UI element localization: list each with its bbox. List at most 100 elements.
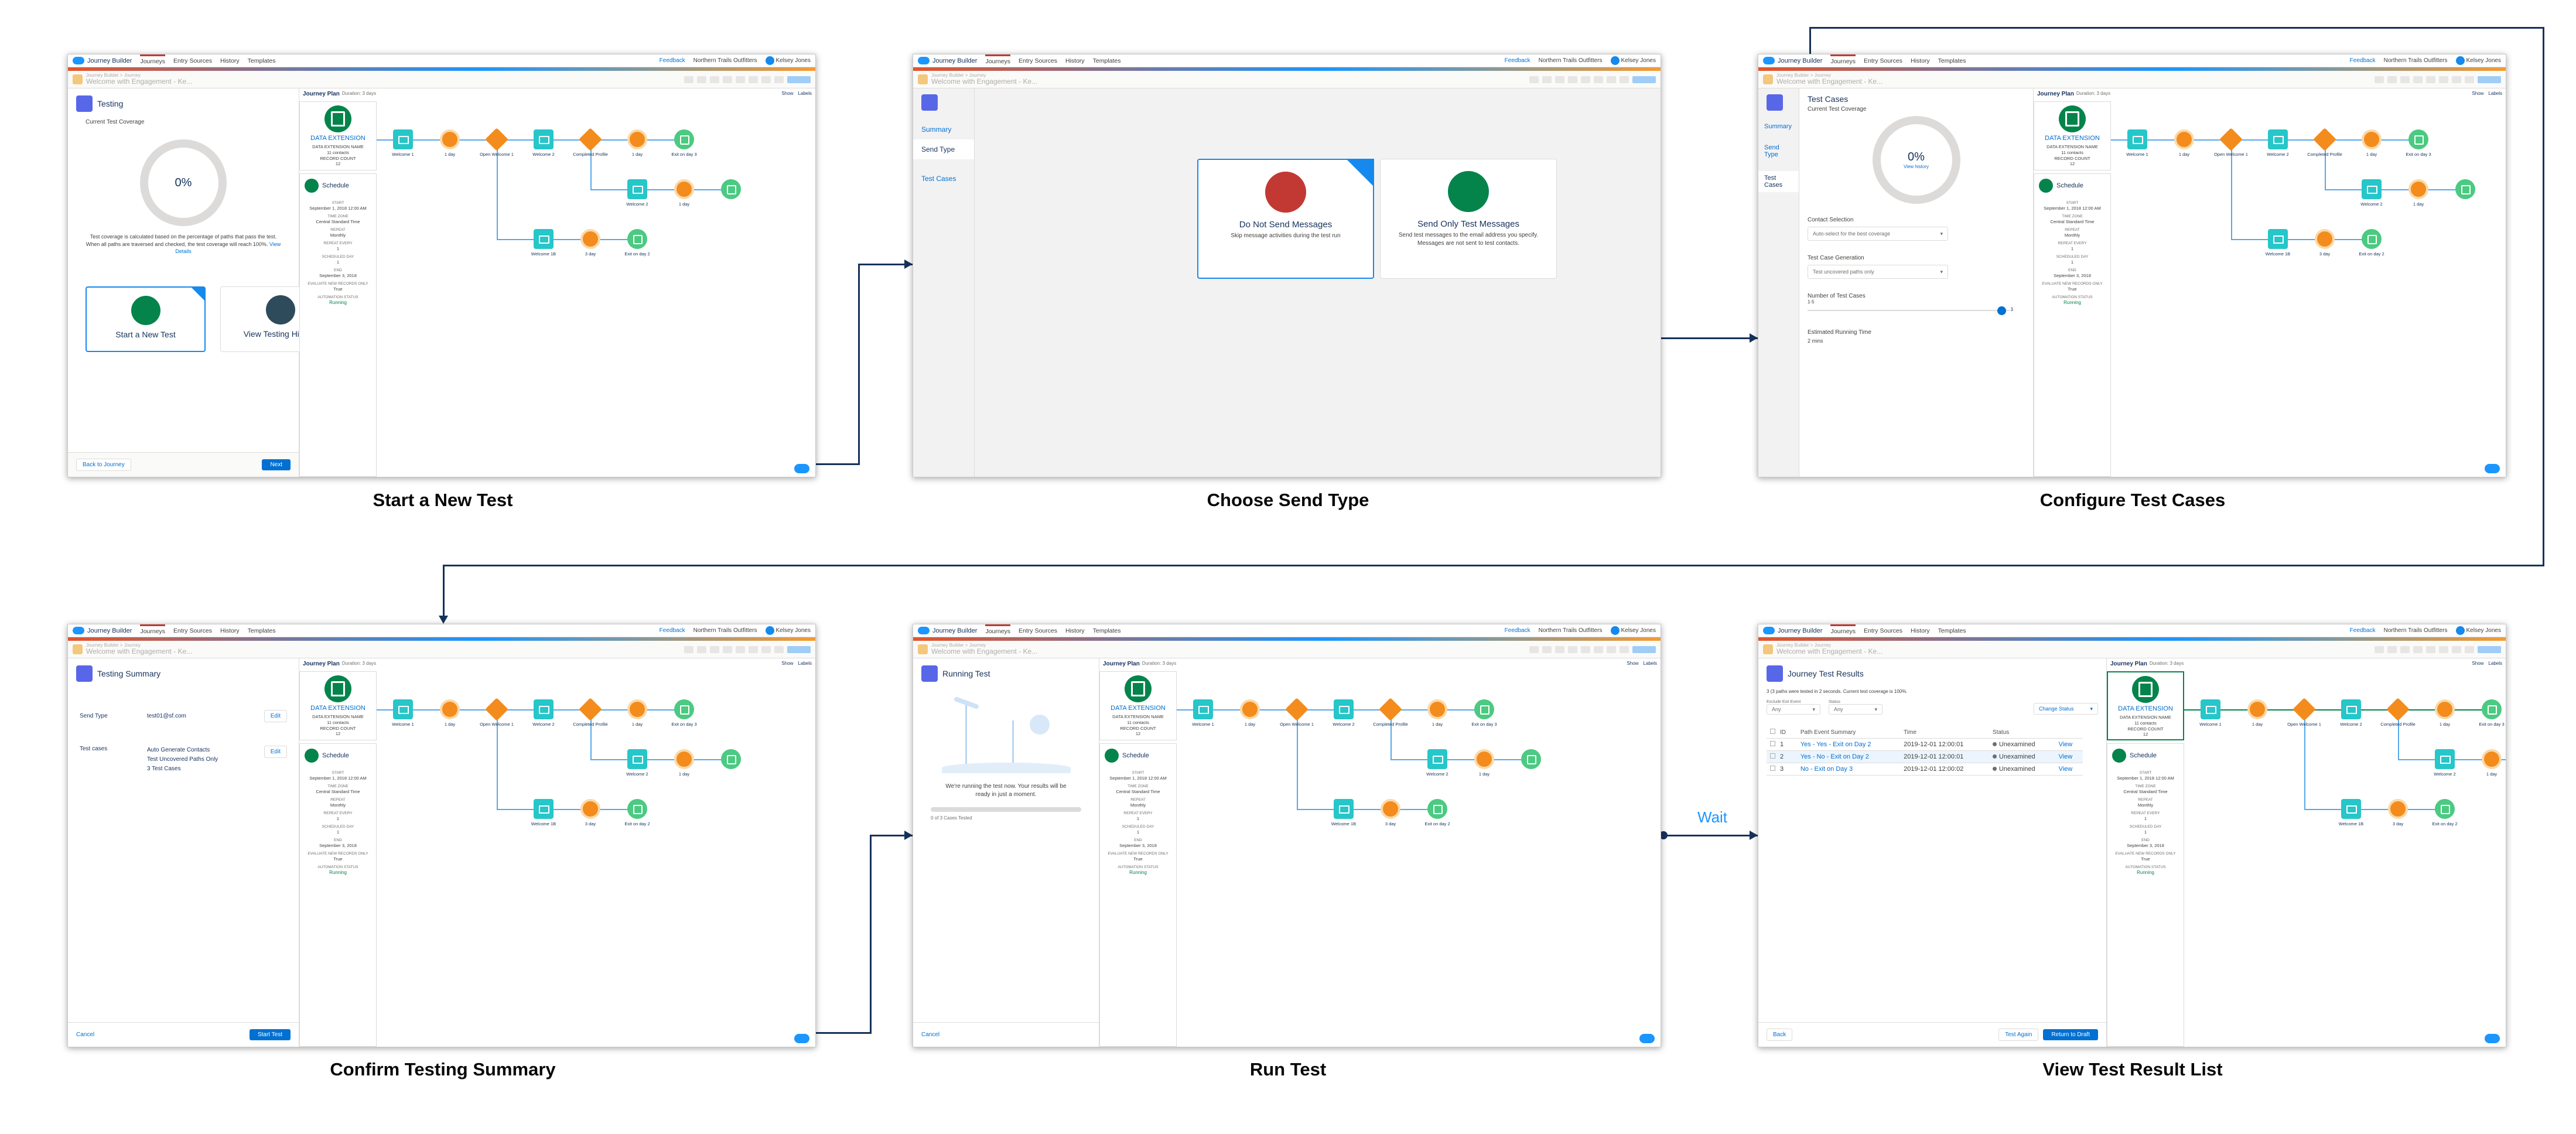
toolbar-button[interactable]: [749, 645, 758, 653]
toolbar-button[interactable]: [1620, 76, 1629, 83]
start-new-test-card[interactable]: Start a New Test: [86, 286, 206, 352]
row-checkbox[interactable]: [1770, 766, 1775, 771]
start-test-button[interactable]: Start Test: [249, 1029, 291, 1040]
tab-test-cases[interactable]: Test Cases: [1758, 171, 1799, 192]
tab-history[interactable]: History: [1065, 624, 1085, 637]
exit-filter-select[interactable]: Any ▾: [1767, 704, 1820, 715]
show-toggle[interactable]: Show: [1627, 661, 1638, 666]
email-activity-icon[interactable]: [2127, 129, 2147, 149]
toolbar-button[interactable]: [1529, 76, 1539, 83]
toolbar-button[interactable]: [1542, 76, 1552, 83]
schedule-card[interactable]: Schedule START September 1, 2018 12:00 AM T…: [1099, 743, 1177, 1047]
schedule-card[interactable]: Schedule START September 1, 2018 12:00 AM T…: [299, 173, 377, 477]
tab-entry-sources[interactable]: Entry Sources: [1019, 54, 1057, 67]
exit-icon[interactable]: [2482, 699, 2502, 719]
tab-journeys[interactable]: Journeys: [985, 624, 1011, 637]
email-activity-icon[interactable]: [2362, 179, 2382, 199]
email-activity-icon[interactable]: [2268, 129, 2288, 149]
wait-activity-icon[interactable]: [1427, 699, 1447, 719]
tab-journeys[interactable]: Journeys: [1830, 54, 1856, 67]
user-menu[interactable]: Kelsey Jones: [2455, 56, 2501, 65]
labels-toggle[interactable]: Labels: [1643, 661, 1657, 666]
toolbar-button[interactable]: [2439, 76, 2448, 83]
select-all-checkbox[interactable]: [1770, 729, 1775, 734]
toolbar-button[interactable]: [1529, 645, 1539, 653]
email-activity-icon[interactable]: [1193, 699, 1213, 719]
num-cases-slider[interactable]: 3: [1808, 306, 2013, 315]
wait-activity-icon[interactable]: [580, 229, 600, 249]
toolbar-button[interactable]: [2426, 76, 2435, 83]
toolbar-button[interactable]: [736, 645, 745, 653]
decision-split-icon[interactable]: [579, 128, 602, 151]
user-menu[interactable]: Kelsey Jones: [2455, 626, 2501, 635]
toolbar-button[interactable]: [710, 76, 719, 83]
email-activity-icon[interactable]: [534, 129, 554, 149]
wait-activity-icon[interactable]: [1240, 699, 1260, 719]
show-toggle[interactable]: Show: [2472, 661, 2483, 666]
tab-history[interactable]: History: [220, 624, 240, 637]
contact-selection-select[interactable]: Auto-select for the best coverage ▾: [1808, 227, 1948, 241]
activate-button[interactable]: [787, 76, 811, 83]
email-activity-icon[interactable]: [2341, 699, 2361, 719]
toolbar-button[interactable]: [1581, 76, 1590, 83]
decision-split-icon[interactable]: [579, 698, 602, 721]
feedback-link[interactable]: Feedback: [2350, 627, 2376, 634]
show-toggle[interactable]: Show: [781, 661, 793, 666]
email-activity-icon[interactable]: [393, 699, 413, 719]
toolbar-button[interactable]: [1555, 76, 1564, 83]
show-toggle[interactable]: Show: [2472, 91, 2483, 96]
toolbar-button[interactable]: [1555, 645, 1564, 653]
toolbar-button[interactable]: [723, 645, 732, 653]
toolbar-button[interactable]: [2400, 76, 2410, 83]
exit-icon[interactable]: [2435, 799, 2455, 819]
exit-icon[interactable]: [627, 229, 647, 249]
tab-entry-sources[interactable]: Entry Sources: [1019, 624, 1057, 637]
back-button[interactable]: Back: [1767, 1029, 1793, 1041]
help-bubble-icon[interactable]: [794, 1034, 809, 1043]
feedback-link[interactable]: Feedback: [2350, 57, 2376, 64]
row-view-button[interactable]: View: [2055, 738, 2083, 751]
labels-toggle[interactable]: Labels: [2488, 661, 2502, 666]
wait-activity-icon[interactable]: [440, 699, 460, 719]
email-activity-icon[interactable]: [2435, 749, 2455, 769]
tab-history[interactable]: History: [220, 54, 240, 67]
user-menu[interactable]: Kelsey Jones: [765, 56, 811, 65]
feedback-link[interactable]: Feedback: [660, 57, 685, 64]
exit-icon[interactable]: [2408, 129, 2428, 149]
data-extension-card[interactable]: DATA EXTENSION DATA EXTENSION NAME 11 cont…: [299, 101, 377, 170]
wait-activity-icon[interactable]: [674, 749, 694, 769]
user-menu[interactable]: Kelsey Jones: [1610, 626, 1656, 635]
org-switcher[interactable]: Northern Trails Outfitters: [693, 627, 757, 634]
test-again-button[interactable]: Test Again: [1998, 1029, 2039, 1041]
toolbar-button[interactable]: [2465, 645, 2474, 653]
toolbar-button[interactable]: [2465, 76, 2474, 83]
email-activity-icon[interactable]: [1427, 749, 1447, 769]
toolbar-button[interactable]: [2426, 645, 2435, 653]
email-activity-icon[interactable]: [2268, 229, 2288, 249]
wait-activity-icon[interactable]: [627, 699, 647, 719]
exit-icon[interactable]: [674, 699, 694, 719]
decision-split-icon[interactable]: [1285, 698, 1309, 721]
tab-journeys[interactable]: Journeys: [140, 54, 166, 67]
org-switcher[interactable]: Northern Trails Outfitters: [1539, 627, 1603, 634]
email-activity-icon[interactable]: [627, 179, 647, 199]
toolbar-button[interactable]: [1594, 76, 1603, 83]
wait-activity-icon[interactable]: [440, 129, 460, 149]
change-status-button[interactable]: Change Status ▾: [2034, 703, 2098, 715]
row-view-button[interactable]: View: [2055, 763, 2083, 776]
toolbar-button[interactable]: [697, 645, 706, 653]
toolbar-button[interactable]: [1568, 76, 1577, 83]
row-path[interactable]: Yes - Yes - Exit on Day 2: [1796, 738, 1901, 751]
toolbar-button[interactable]: [2387, 645, 2397, 653]
data-extension-card[interactable]: DATA EXTENSION DATA EXTENSION NAME 11 cont…: [2107, 671, 2184, 740]
tab-summary[interactable]: Summary: [1758, 119, 1799, 134]
decision-split-icon[interactable]: [485, 128, 508, 151]
exit-icon[interactable]: [1521, 749, 1541, 769]
email-activity-icon[interactable]: [1334, 799, 1354, 819]
tab-test-cases[interactable]: Test Cases: [913, 169, 974, 189]
slider-thumb[interactable]: [1997, 306, 2006, 315]
toolbar-button[interactable]: [2439, 645, 2448, 653]
tab-entry-sources[interactable]: Entry Sources: [1864, 624, 1902, 637]
edit-test-cases-button[interactable]: Edit: [264, 746, 287, 758]
exit-icon[interactable]: [627, 799, 647, 819]
